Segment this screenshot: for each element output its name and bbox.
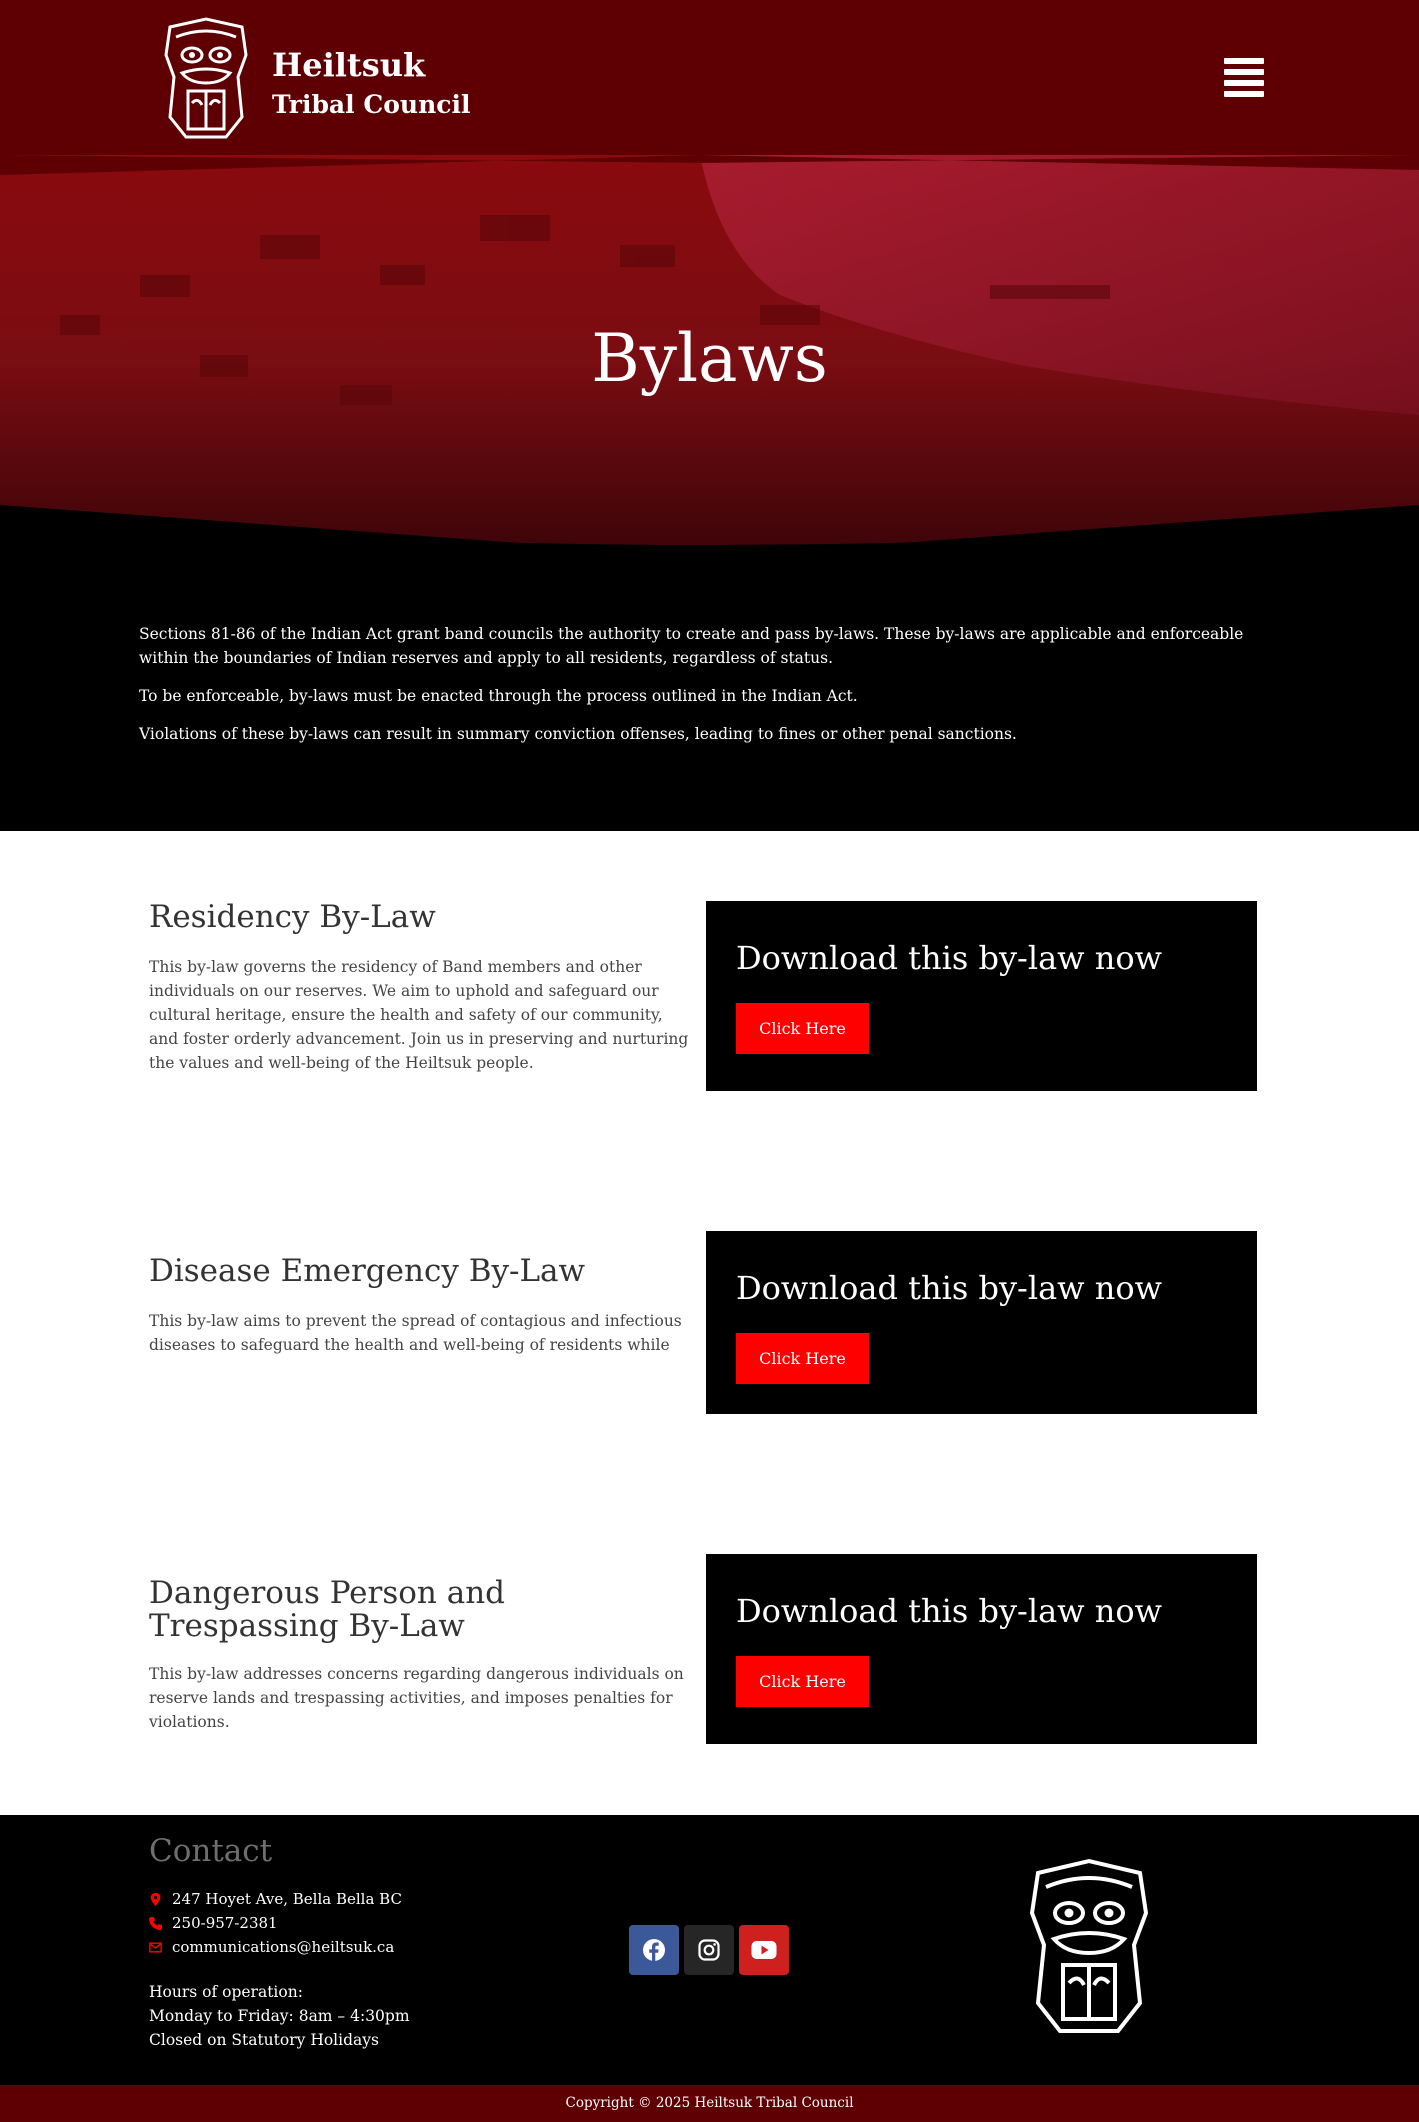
brand-name[interactable]: Heiltsuk [272,46,425,84]
intro-paragraph: Sections 81-86 of the Indian Act grant b… [139,625,1244,667]
download-card: Download this by-law now Click Here [706,1231,1257,1414]
bylaw-title: Disease Emergency By-Law [149,1253,586,1289]
facebook-icon [643,1939,665,1962]
phone-text[interactable]: 250-957-2381 [172,1914,278,1932]
download-card: Download this by-law now Click Here [706,1554,1257,1744]
map-pin-icon [150,1892,161,1906]
youtube-link[interactable] [739,1925,789,1975]
copyright-bar: Copyright © 2025 Heiltsuk Tribal Council [0,2085,1419,2122]
intro-paragraph: To be enforceable, by-laws must be enact… [139,687,858,705]
intro-paragraph: Violations of these by-laws can result i… [139,725,1017,743]
download-title: Download this by-law now [736,1269,1162,1307]
hours-weekdays: Monday to Friday: 8am – 4:30pm [149,2007,410,2025]
address-line: 247 Hoyet Ave, Bella Bella BC [149,1890,402,1908]
email-text[interactable]: communications@heiltsuk.ca [172,1938,394,1956]
bylaw-description: This by-law governs the residency of Ban… [149,958,689,1072]
page-title: Bylaws [591,320,828,397]
facebook-link[interactable] [629,1925,679,1975]
email-line[interactable]: communications@heiltsuk.ca [149,1938,394,1956]
hours-holidays: Closed on Statutory Holidays [149,2031,379,2049]
bylaw-description: This by-law aims to prevent the spread o… [149,1312,682,1354]
hours-label: Hours of operation: [149,1983,303,2001]
bylaws-list: Residency By-Law This by-law governs the… [0,831,1419,1815]
hours-of-operation: Hours of operation: Monday to Friday: 8a… [149,1980,410,2052]
bylaw-title: Residency By-Law [149,899,436,935]
download-button[interactable]: Click Here [736,1333,869,1384]
address-text: 247 Hoyet Ave, Bella Bella BC [172,1890,402,1908]
phone-icon [149,1916,162,1930]
logo-icon[interactable] [162,17,250,139]
youtube-icon [751,1941,777,1959]
download-button[interactable]: Click Here [736,1003,869,1054]
hamburger-menu-icon[interactable] [1224,58,1264,98]
download-title: Download this by-law now [736,939,1162,977]
instagram-icon [698,1939,720,1961]
download-card: Download this by-law now Click Here [706,901,1257,1091]
brand-subtitle[interactable]: Tribal Council [272,90,470,119]
instagram-link[interactable] [684,1925,734,1975]
phone-line[interactable]: 250-957-2381 [149,1914,278,1932]
bylaw-description: This by-law addresses concerns regarding… [149,1665,684,1731]
footer-logo-icon [1029,1858,1149,2033]
download-button[interactable]: Click Here [736,1656,869,1707]
intro-section: Sections 81-86 of the Indian Act grant b… [0,560,1419,831]
hero-banner: Bylaws [0,155,1419,560]
bylaw-title: Dangerous Person and Trespassing By-Law [149,1575,506,1644]
site-footer: Contact 247 Hoyet Ave, Bella Bella BC 25… [0,1815,1419,2085]
download-title: Download this by-law now [736,1592,1162,1630]
contact-title: Contact [149,1833,273,1869]
envelope-icon [149,1941,162,1953]
